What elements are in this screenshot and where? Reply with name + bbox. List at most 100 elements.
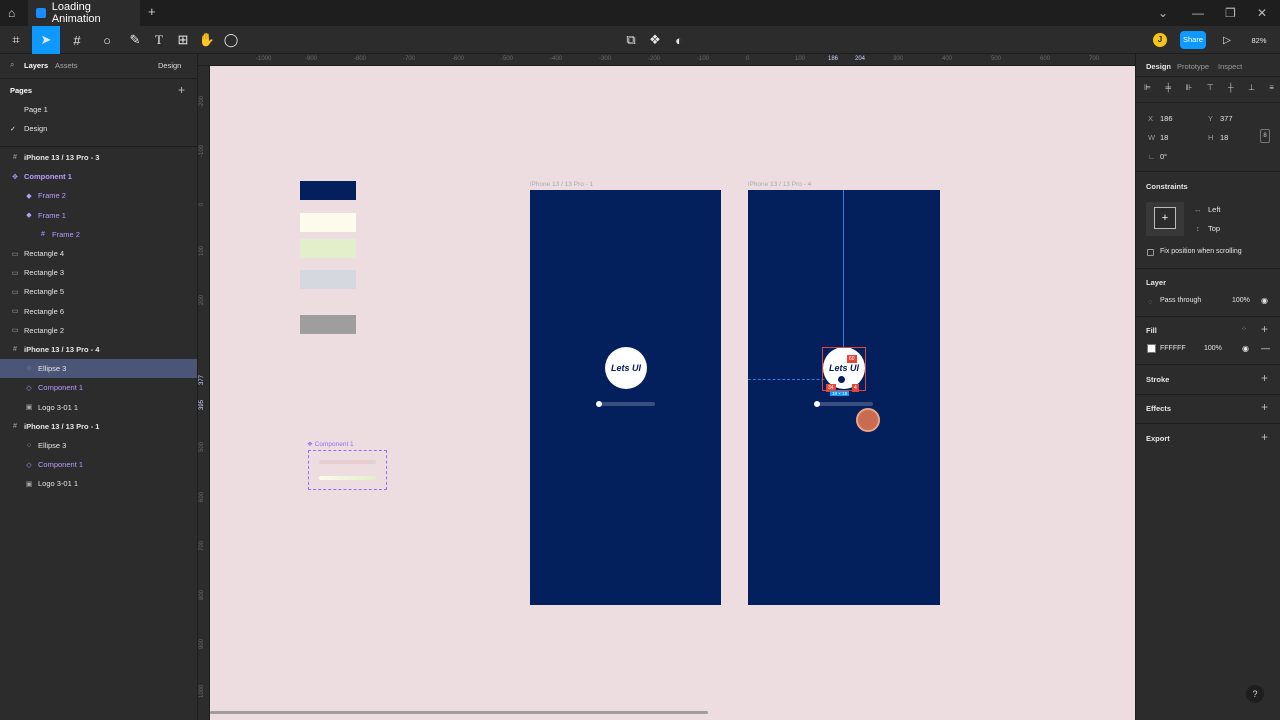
iphone-frame-1[interactable]: Lets UI	[530, 190, 721, 605]
move-tool-icon[interactable]: ➤	[32, 26, 60, 54]
layer-item[interactable]: # iPhone 13 / 13 Pro - 1	[0, 417, 197, 436]
fill-hex-input[interactable]: FFFFFF	[1160, 345, 1186, 352]
new-tab-button[interactable]: +	[148, 4, 156, 19]
ruler-tick-label: 100	[795, 56, 806, 62]
shape-tool-icon[interactable]: ○	[94, 26, 120, 54]
share-button[interactable]: Share	[1180, 31, 1206, 49]
style-grid-icon[interactable]: ⁘	[1241, 325, 1247, 333]
hand-tool-icon[interactable]: ✋	[198, 26, 216, 54]
fill-color-swatch[interactable]	[1147, 344, 1156, 353]
align-left-icon[interactable]: ⊫	[1144, 83, 1151, 95]
frame-tool-icon[interactable]: #	[64, 26, 90, 54]
resources-icon[interactable]: ⊞	[174, 26, 192, 54]
tab-assets[interactable]: Assets	[55, 61, 78, 70]
close-window-button[interactable]: ✕	[1257, 6, 1267, 20]
y-input[interactable]: 377	[1220, 114, 1233, 123]
layer-item[interactable]: ▭ Rectangle 5	[0, 282, 197, 301]
vertical-constraint-select[interactable]: Top	[1208, 224, 1220, 233]
add-stroke-icon[interactable]: +	[1261, 371, 1268, 385]
tab-inspect[interactable]: Inspect	[1218, 62, 1242, 71]
layer-item[interactable]: ◇ Component 1	[0, 378, 197, 397]
search-icon[interactable]: ⌕	[10, 60, 14, 70]
add-effect-icon[interactable]: +	[1261, 400, 1268, 414]
layer-item[interactable]: ✥ Component 1	[0, 167, 197, 186]
properties-panel: Design Prototype Inspect ⊫ ╪ ⊪ ⊤ ┼ ⊥ ≡ X…	[1135, 54, 1280, 720]
minimize-button[interactable]: —	[1192, 6, 1204, 20]
add-page-icon[interactable]: +	[178, 83, 185, 97]
add-export-icon[interactable]: +	[1261, 430, 1268, 444]
home-icon[interactable]: ⌂	[8, 6, 15, 20]
component-icon[interactable]: ❖	[646, 26, 664, 54]
tab-layers[interactable]: Layers	[24, 61, 48, 70]
layer-item[interactable]: ▣ Logo 3-01 1	[0, 398, 197, 417]
pen-tool-icon[interactable]: ✎	[122, 26, 148, 54]
contrast-icon[interactable]: ◐	[670, 26, 688, 54]
comment-tool-icon[interactable]: ◯	[222, 26, 240, 54]
frame-label[interactable]: iPhone 13 / 13 Pro - 4	[748, 181, 811, 188]
layer-item[interactable]: # iPhone 13 / 13 Pro - 3	[0, 148, 197, 167]
frame-label[interactable]: iPhone 13 / 13 Pro - 1	[530, 181, 593, 188]
file-tab[interactable]: Loading Animation	[28, 0, 140, 26]
color-swatch-gray-light[interactable]	[300, 270, 356, 289]
eye-icon[interactable]: ◉	[1261, 296, 1268, 305]
add-fill-icon[interactable]: +	[1261, 322, 1268, 336]
ruler-tick-label: 700	[1089, 56, 1100, 62]
align-center-v-icon[interactable]: ┼	[1228, 83, 1234, 95]
tab-design[interactable]: Design	[1146, 62, 1171, 71]
horizontal-constraint-select[interactable]: Left	[1208, 205, 1221, 214]
w-input[interactable]: 18	[1160, 133, 1168, 142]
layer-item[interactable]: ▭ Rectangle 4	[0, 244, 197, 263]
x-input[interactable]: 186	[1160, 114, 1173, 123]
color-swatch-cream[interactable]	[300, 213, 356, 232]
layer-item[interactable]: # iPhone 13 / 13 Pro - 4	[0, 340, 197, 359]
page-item[interactable]: Page 1	[0, 100, 197, 119]
h-input[interactable]: 18	[1220, 133, 1228, 142]
layer-item[interactable]: ○ Ellipse 3	[0, 436, 197, 455]
color-swatch-lime[interactable]	[300, 239, 356, 258]
layer-item[interactable]: ○ Ellipse 3	[0, 359, 197, 379]
page-selector[interactable]: Design	[158, 61, 181, 70]
align-right-icon[interactable]: ⊪	[1185, 83, 1192, 95]
text-tool-icon[interactable]: T	[150, 26, 168, 54]
layer-item[interactable]: ◆ Frame 1	[0, 206, 197, 225]
horizontal-scrollbar[interactable]	[210, 711, 708, 714]
rotation-input[interactable]: 0°	[1160, 152, 1167, 161]
constrain-proportions-icon[interactable]: 8	[1260, 129, 1270, 143]
selected-ellipse[interactable]	[837, 375, 846, 384]
component-set[interactable]	[308, 450, 387, 490]
layer-type-icon: ◆	[26, 212, 32, 220]
main-menu-icon[interactable]: ⌗	[4, 26, 28, 54]
fill-eye-icon[interactable]: ◉	[1242, 344, 1249, 353]
layer-opacity-input[interactable]: 100%	[1232, 297, 1250, 304]
remove-fill-icon[interactable]: —	[1261, 343, 1270, 353]
fix-position-checkbox[interactable]	[1147, 249, 1154, 256]
layer-item[interactable]: ▭ Rectangle 6	[0, 302, 197, 321]
layer-item[interactable]: ◇ Component 1	[0, 455, 197, 474]
ruler-tick-label: 186	[828, 56, 839, 62]
constraints-widget[interactable]: +	[1146, 202, 1184, 236]
help-button[interactable]: ?	[1246, 685, 1264, 703]
align-top-icon[interactable]: ⊤	[1207, 83, 1214, 95]
page-item-selected[interactable]: ✓ Design	[0, 119, 197, 138]
present-play-icon[interactable]: ▷	[1218, 26, 1236, 54]
layer-item[interactable]: ▭ Rectangle 3	[0, 263, 197, 282]
color-swatch-gray[interactable]	[300, 315, 356, 334]
align-bottom-icon[interactable]: ⊥	[1248, 83, 1255, 95]
maximize-button[interactable]: ❐	[1225, 6, 1236, 20]
layer-item[interactable]: # Frame 2	[0, 225, 197, 244]
distribute-icon[interactable]: ≡	[1269, 83, 1274, 95]
user-avatar[interactable]: J	[1153, 33, 1167, 47]
layer-item[interactable]: ◆ Frame 2	[0, 186, 197, 205]
layer-item[interactable]: ▭ Rectangle 2	[0, 321, 197, 340]
blend-mode-select[interactable]: Pass through	[1160, 297, 1201, 304]
crop-icon[interactable]: ⧉	[622, 26, 640, 54]
dropdown-icon[interactable]: ⌄	[1158, 6, 1168, 20]
layer-item[interactable]: ▣ Logo 3-01 1	[0, 474, 197, 493]
zoom-level[interactable]: 82%	[1244, 26, 1274, 54]
tab-prototype[interactable]: Prototype	[1177, 62, 1209, 71]
align-center-h-icon[interactable]: ╪	[1165, 83, 1171, 95]
canvas[interactable]: ❖ Component 1 iPhone 13 / 13 Pro - 1 Let…	[210, 66, 1135, 720]
color-swatch-navy[interactable]	[300, 181, 356, 200]
fill-opacity-input[interactable]: 100%	[1204, 345, 1222, 352]
iphone-frame-4[interactable]: Lets UI 60 34 4 18 × 18	[748, 190, 940, 605]
